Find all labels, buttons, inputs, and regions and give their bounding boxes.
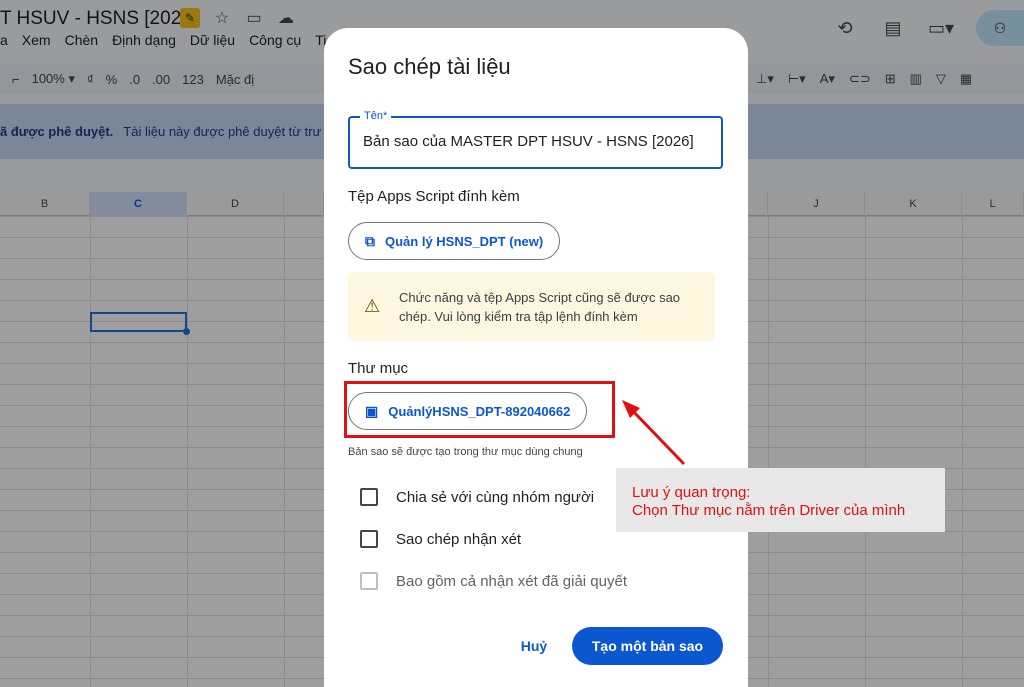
annotation-note: Lưu ý quan trọng: Chọn Thư mục nằm trên … <box>616 468 945 532</box>
annotation-line-1: Lưu ý quan trọng: <box>632 484 751 501</box>
annotation-line-2: Chọn Thư mục nằm trên Driver của mình <box>632 502 906 519</box>
annotation-arrow <box>622 400 686 466</box>
arrow-line <box>628 406 686 466</box>
